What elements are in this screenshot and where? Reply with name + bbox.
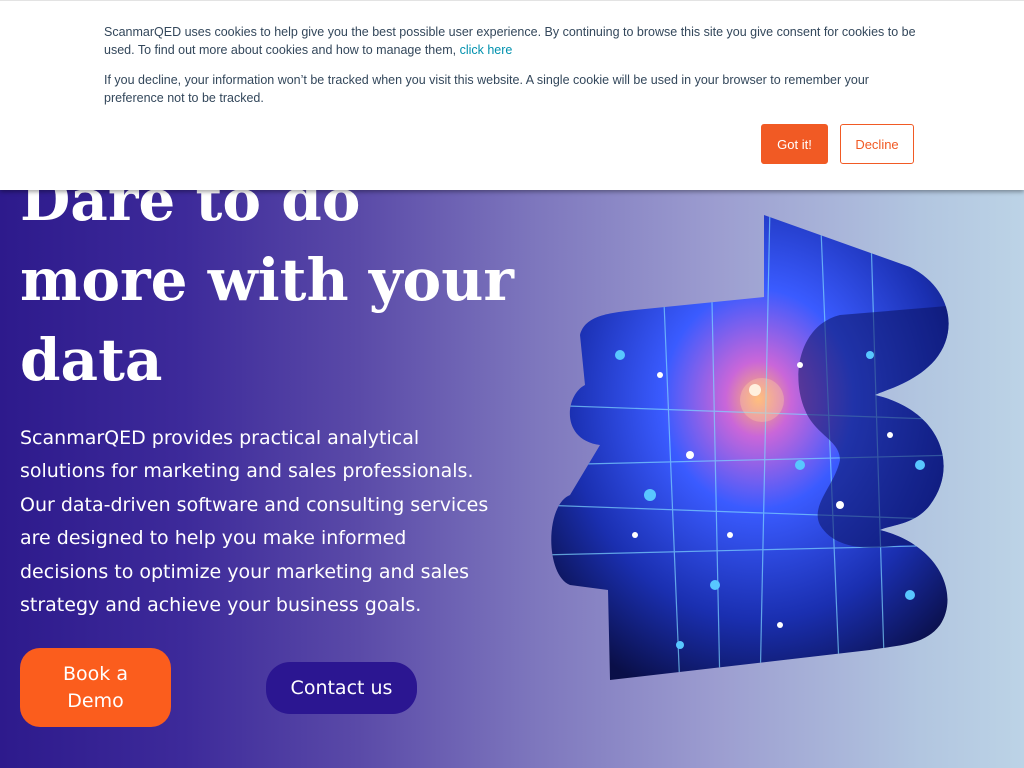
headline-line-2: more with your xyxy=(20,246,514,314)
hero-headline: Dare to do more with your data xyxy=(20,160,540,400)
headline-line-3: data xyxy=(20,326,163,394)
neural-face-art xyxy=(551,215,949,680)
hero-description: ScanmarQED provides practical analytical… xyxy=(20,427,489,617)
book-demo-button[interactable]: Book a Demo xyxy=(20,648,171,727)
cookie-decline-text: If you decline, your information won’t b… xyxy=(104,73,869,105)
cookie-policy-link[interactable]: click here xyxy=(460,43,513,57)
decline-cookies-button[interactable]: Decline xyxy=(840,124,914,164)
hero-art-image xyxy=(551,215,949,680)
contact-us-button[interactable]: Contact us xyxy=(266,662,417,714)
cookie-consent-text: ScanmarQED uses cookies to help give you… xyxy=(104,23,920,59)
accept-cookies-button[interactable]: Got it! xyxy=(761,124,828,164)
cookie-banner: ScanmarQED uses cookies to help give you… xyxy=(0,0,1024,190)
